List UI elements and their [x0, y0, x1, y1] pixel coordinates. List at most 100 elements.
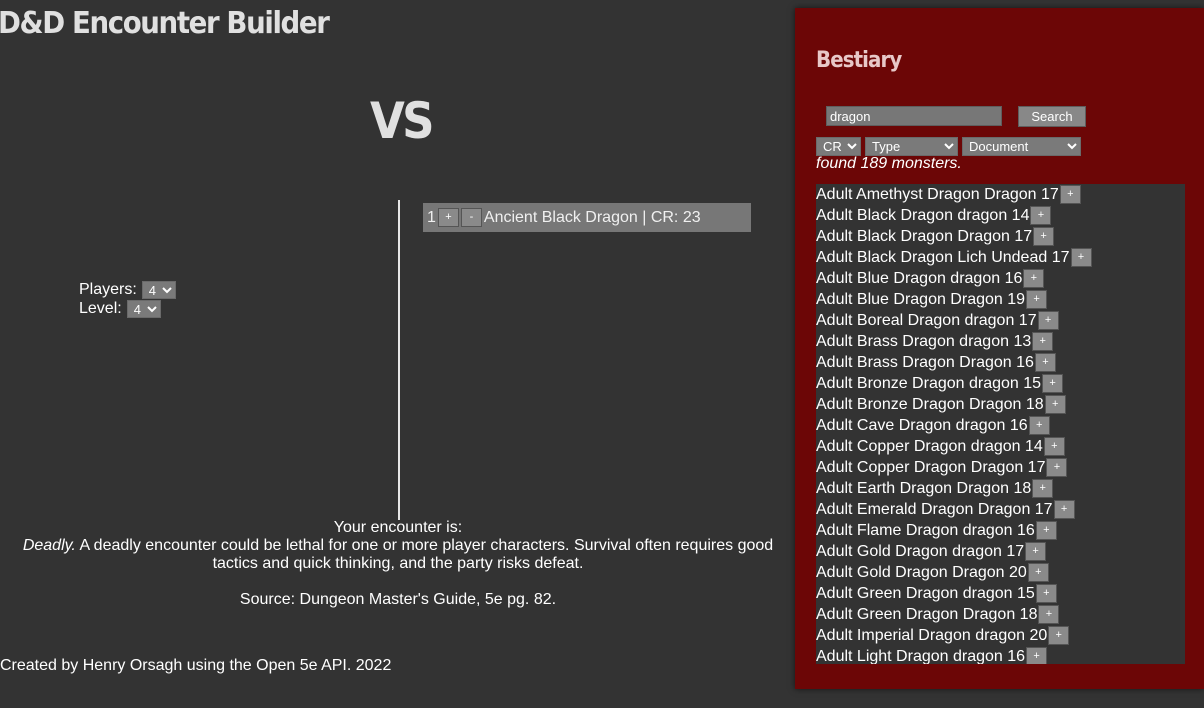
add-monster-button[interactable]: +	[1070, 248, 1092, 267]
add-monster-button[interactable]: +	[1027, 563, 1049, 582]
monster-list-item: Adult Copper Dragon dragon 14 +	[816, 436, 1185, 457]
monster-list-item: Adult Emerald Dragon Dragon 17 +	[816, 499, 1185, 520]
add-monster-button[interactable]: +	[1025, 542, 1047, 561]
footer-credit: Created by Henry Orsagh using the Open 5…	[0, 657, 392, 674]
players-label: Players:	[79, 281, 137, 298]
monster-list-item: Adult Brass Dragon Dragon 16 +	[816, 352, 1185, 373]
monster-name: Adult Amethyst Dragon Dragon 17	[816, 185, 1059, 203]
add-monster-button[interactable]: +	[1038, 605, 1060, 624]
add-monster-button[interactable]: +	[1046, 458, 1068, 477]
add-monster-button[interactable]: +	[1035, 584, 1057, 603]
monster-list-item: Adult Flame Dragon dragon 16 +	[816, 520, 1185, 541]
add-monster-button[interactable]: +	[1042, 374, 1064, 393]
monster-name: Adult Green Dragon dragon 15	[816, 584, 1035, 602]
add-monster-button[interactable]: +	[1035, 521, 1057, 540]
add-monster-button[interactable]: +	[1037, 311, 1059, 330]
bestiary-title: Bestiary	[816, 48, 902, 73]
monster-list-item: Adult Gold Dragon dragon 17 +	[816, 541, 1185, 562]
monster-list-item: Adult Blue Dragon Dragon 19 +	[816, 289, 1185, 310]
monster-list-item: Adult Brass Dragon dragon 13 +	[816, 331, 1185, 352]
vs-divider	[398, 200, 400, 520]
party-controls: Players: 4 Level: 4	[79, 280, 176, 318]
monster-name: Adult Green Dragon Dragon 18	[816, 605, 1038, 623]
difficulty-rating: Deadly.	[22, 537, 76, 554]
add-monster-button[interactable]: +	[1044, 395, 1066, 414]
monster-list-item: Adult Cave Dragon dragon 16 +	[816, 415, 1185, 436]
monster-name: Adult Black Dragon Lich Undead 17	[816, 248, 1070, 266]
monster-list-item: Adult Green Dragon dragon 15 +	[816, 583, 1185, 604]
add-monster-button[interactable]: +	[1032, 479, 1054, 498]
monster-name: Adult Copper Dragon Dragon 17	[816, 458, 1046, 476]
monster-list-item: Adult Bronze Dragon dragon 15 +	[816, 373, 1185, 394]
add-monster-button[interactable]: +	[1026, 290, 1048, 309]
monster-name: Adult Flame Dragon dragon 16	[816, 521, 1035, 539]
cr-filter-select[interactable]: CR	[816, 137, 861, 156]
monster-name: Adult Gold Dragon Dragon 20	[816, 563, 1027, 581]
monster-name: Adult Blue Dragon Dragon 19	[816, 290, 1026, 308]
monster-name: Adult Bronze Dragon dragon 15	[816, 374, 1042, 392]
add-monster-button[interactable]: +	[1026, 647, 1048, 664]
monster-list-item: Adult Amethyst Dragon Dragon 17 +	[816, 184, 1185, 205]
monster-list-item: Adult Blue Dragon dragon 16 +	[816, 268, 1185, 289]
add-monster-button[interactable]: +	[1048, 626, 1070, 645]
result-text: Deadly. A deadly encounter could be leth…	[20, 537, 776, 573]
level-label: Level:	[79, 300, 122, 317]
bestiary-panel: Bestiary Search CR Type Document found 1…	[795, 8, 1204, 689]
encounter-result: Your encounter is: Deadly. A deadly enco…	[20, 519, 776, 609]
vs-label: VS	[370, 92, 435, 150]
monster-list-item: Adult Green Dragon Dragon 18 +	[816, 604, 1185, 625]
type-filter-select[interactable]: Type	[865, 137, 958, 156]
monster-name: Adult Gold Dragon dragon 17	[816, 542, 1025, 560]
players-select[interactable]: 4	[141, 280, 176, 299]
monster-list-item: Adult Imperial Dragon dragon 20 +	[816, 625, 1185, 646]
monster-name: Adult Copper Dragon dragon 14	[816, 437, 1043, 455]
encounter-item-count: 1	[427, 208, 436, 226]
app-title: D&D Encounter Builder	[0, 6, 330, 41]
add-monster-button[interactable]: +	[1034, 353, 1056, 372]
add-monster-button[interactable]: +	[1032, 332, 1054, 351]
add-monster-button[interactable]: +	[1028, 416, 1050, 435]
result-heading: Your encounter is:	[333, 519, 463, 536]
increase-count-button[interactable]: +	[437, 208, 459, 227]
monster-list-item: Adult Light Dragon dragon 16 +	[816, 646, 1185, 664]
add-monster-button[interactable]: +	[1053, 500, 1075, 519]
monster-name: Adult Boreal Dragon dragon 17	[816, 311, 1037, 329]
monster-list-item: Adult Black Dragon Lich Undead 17 +	[816, 247, 1185, 268]
search-button[interactable]: Search	[1018, 106, 1086, 127]
add-monster-button[interactable]: +	[1033, 227, 1055, 246]
found-count: found 189 monsters.	[816, 155, 962, 172]
add-monster-button[interactable]: +	[1059, 185, 1081, 204]
monster-list-item: Adult Earth Dragon Dragon 18 +	[816, 478, 1185, 499]
monster-list-item: Adult Copper Dragon Dragon 17 +	[816, 457, 1185, 478]
search-input[interactable]	[826, 106, 1002, 126]
monster-name: Adult Brass Dragon dragon 13	[816, 332, 1032, 350]
difficulty-description: A deadly encounter could be lethal for o…	[79, 537, 774, 572]
add-monster-button[interactable]: +	[1030, 206, 1052, 225]
monster-name: Adult Imperial Dragon dragon 20	[816, 626, 1048, 644]
document-filter-select[interactable]: Document	[962, 137, 1081, 156]
encounter-item-description: Ancient Black Dragon | CR: 23	[483, 208, 701, 226]
level-row: Level: 4	[79, 299, 176, 318]
monster-name: Adult Emerald Dragon Dragon 17	[816, 500, 1053, 518]
add-monster-button[interactable]: +	[1043, 437, 1065, 456]
encounter-list: 1 + - Ancient Black Dragon | CR: 23	[423, 203, 751, 232]
monster-name: Adult Brass Dragon Dragon 16	[816, 353, 1034, 371]
monster-name: Adult Earth Dragon Dragon 18	[816, 479, 1032, 497]
filter-bar: CR Type Document	[816, 137, 1081, 156]
monster-list[interactable]: Adult Amethyst Dragon Dragon 17 + Adult Bl…	[816, 184, 1185, 664]
monster-name: Adult Bronze Dragon Dragon 18	[816, 395, 1044, 413]
result-source: Source: Dungeon Master's Guide, 5e pg. 8…	[239, 591, 557, 608]
monster-list-item: Adult Black Dragon Dragon 17 +	[816, 226, 1185, 247]
add-monster-button[interactable]: +	[1023, 269, 1045, 288]
level-select[interactable]: 4	[126, 299, 161, 318]
monster-name: Adult Cave Dragon dragon 16	[816, 416, 1028, 434]
monster-list-item: Adult Bronze Dragon Dragon 18 +	[816, 394, 1185, 415]
players-row: Players: 4	[79, 280, 176, 299]
monster-list-item: Adult Gold Dragon Dragon 20 +	[816, 562, 1185, 583]
monster-list-item: Adult Boreal Dragon dragon 17 +	[816, 310, 1185, 331]
monster-name: Adult Black Dragon dragon 14	[816, 206, 1030, 224]
monster-name: Adult Black Dragon Dragon 17	[816, 227, 1033, 245]
encounter-item: 1 + - Ancient Black Dragon | CR: 23	[423, 203, 751, 232]
decrease-count-button[interactable]: -	[460, 208, 482, 227]
monster-name: Adult Light Dragon dragon 16	[816, 647, 1026, 665]
